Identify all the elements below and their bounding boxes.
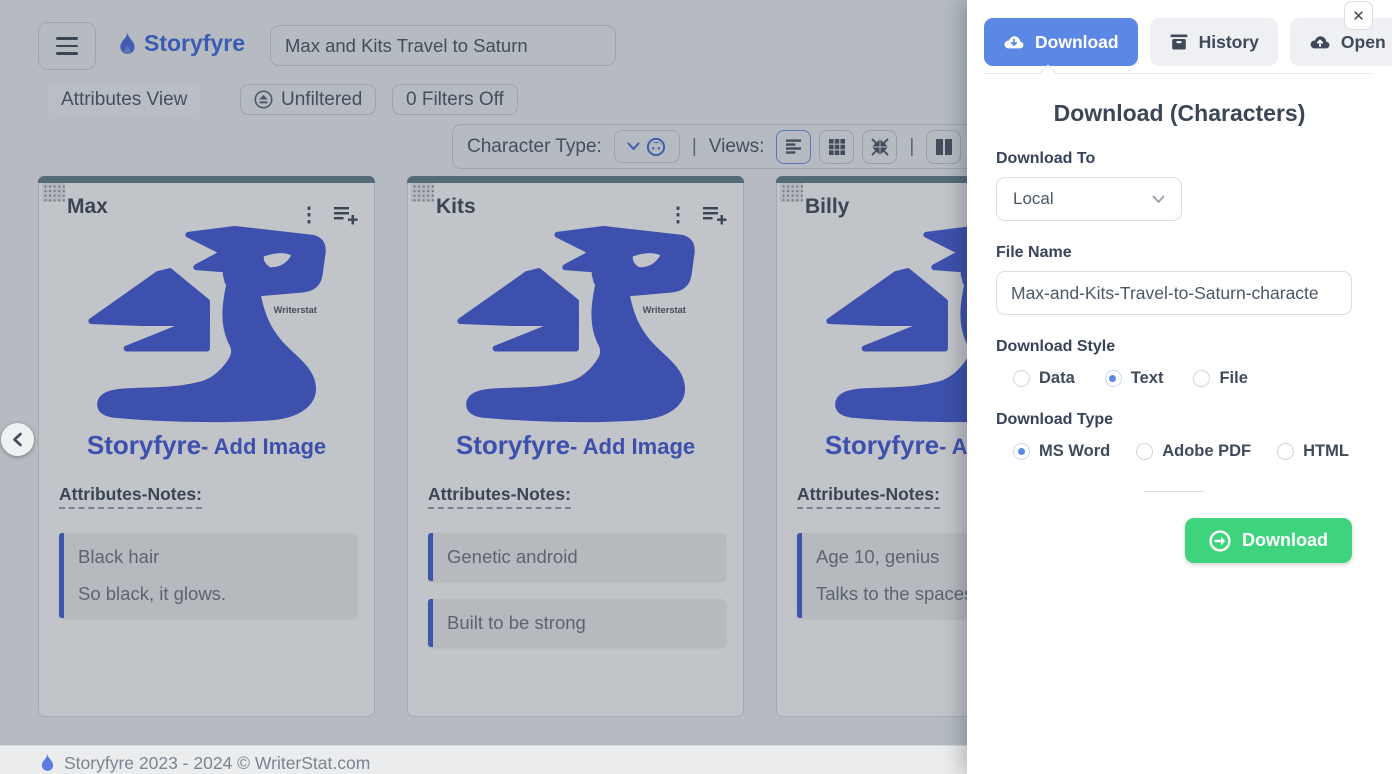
history-tab-label: History: [1199, 32, 1259, 53]
close-button[interactable]: ✕: [1344, 1, 1373, 30]
download-form: Download To Local File Name Download Sty…: [967, 150, 1392, 563]
radio-option-file[interactable]: File: [1193, 369, 1247, 388]
open-tab-button[interactable]: Open: [1290, 18, 1392, 66]
panel-action-tabs: Download History Open ✕: [967, 0, 1392, 66]
download-tab-button[interactable]: Download: [984, 18, 1138, 66]
panel-title: Download (Characters): [967, 100, 1392, 127]
cloud-open-icon: [1309, 34, 1331, 50]
download-to-select[interactable]: Local: [996, 177, 1182, 221]
radio-unchecked-icon: [1193, 370, 1210, 387]
footer-copyright: Storyfyre 2023 - 2024 © WriterStat.com: [64, 753, 370, 774]
radio-checked-icon: [1013, 443, 1030, 460]
file-name-label: File Name: [996, 244, 1352, 262]
download-style-options: Data Text File: [1013, 369, 1352, 388]
open-tab-label: Open: [1341, 32, 1386, 53]
radio-option-data[interactable]: Data: [1013, 369, 1075, 388]
radio-option-html[interactable]: HTML: [1277, 442, 1349, 461]
download-panel: Download History Open ✕ Download (Cha: [967, 0, 1392, 774]
radio-unchecked-icon: [1136, 443, 1153, 460]
active-tab-notch: [1040, 65, 1057, 82]
download-to-label: Download To: [996, 150, 1352, 168]
download-style-label: Download Style: [996, 338, 1352, 356]
download-tab-label: Download: [1035, 32, 1119, 53]
download-submit-button[interactable]: Download: [1185, 518, 1352, 563]
radio-unchecked-icon: [1277, 443, 1294, 460]
file-name-input[interactable]: [996, 271, 1352, 315]
tabs-divider: [984, 73, 1372, 74]
chevron-left-icon: [11, 432, 24, 447]
close-icon: ✕: [1352, 7, 1365, 25]
archive-history-icon: [1169, 33, 1189, 51]
prev-page-button[interactable]: [1, 423, 34, 456]
flame-icon: [40, 753, 55, 773]
download-type-options: MS Word Adobe PDF HTML: [1013, 442, 1352, 461]
form-divider: [1144, 491, 1204, 492]
circle-arrow-right-icon: [1209, 530, 1231, 552]
radio-option-ms-word[interactable]: MS Word: [1013, 442, 1110, 461]
radio-unchecked-icon: [1013, 370, 1030, 387]
cloud-download-icon: [1003, 34, 1025, 50]
radio-option-adobe-pdf[interactable]: Adobe PDF: [1136, 442, 1251, 461]
radio-checked-icon: [1105, 370, 1122, 387]
history-tab-button[interactable]: History: [1150, 18, 1278, 66]
radio-option-text[interactable]: Text: [1105, 369, 1164, 388]
download-to-value: Local: [1013, 189, 1054, 209]
chevron-down-icon: [1152, 195, 1165, 204]
download-submit-label: Download: [1242, 530, 1328, 551]
download-type-label: Download Type: [996, 411, 1352, 429]
